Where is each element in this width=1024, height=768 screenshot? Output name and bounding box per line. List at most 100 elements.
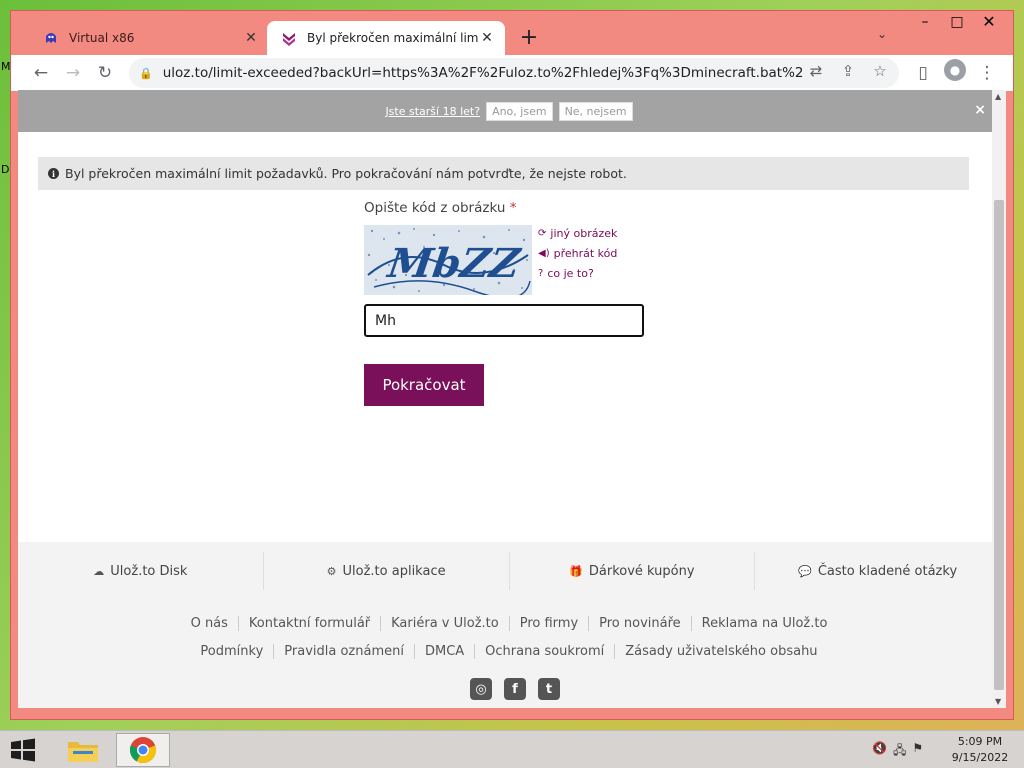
- system-tray: 🔇 🖧 ⚑: [872, 741, 923, 762]
- tab-title: Byl překročen maximální limit po: [307, 31, 479, 45]
- captcha-label: Opište kód z obrázku *: [364, 200, 654, 216]
- footer-link[interactable]: Pro firmy: [510, 616, 590, 631]
- footer-apps-link[interactable]: ⚙ Ulož.to aplikace: [264, 552, 510, 590]
- tab-uloz-to[interactable]: Byl překročen maximální limit po ✕: [267, 21, 505, 55]
- scrollbar-thumb[interactable]: [994, 200, 1004, 690]
- footer-link[interactable]: Pravidla oznámení: [274, 644, 415, 659]
- footer-link[interactable]: Kontaktní formulář: [239, 616, 382, 631]
- share-icon[interactable]: ⇪: [835, 62, 861, 80]
- virtual-x86-icon: [46, 33, 56, 43]
- footer-columns: ☁ Ulož.to Disk ⚙ Ulož.to aplikace 🎁 Dárk…: [18, 552, 1000, 590]
- tab-close-icon[interactable]: ✕: [243, 30, 259, 46]
- speaker-icon: ◀): [538, 248, 550, 259]
- network-icon[interactable]: 🖧: [893, 741, 906, 762]
- refresh-icon: ⟳: [538, 228, 547, 239]
- minimize-button[interactable]: –: [909, 11, 941, 35]
- footer-link[interactable]: Pro novináře: [589, 616, 692, 631]
- age-question-link[interactable]: Jste starší 18 let?: [385, 105, 480, 118]
- footer-faq-link[interactable]: 💬 Často kladené otázky: [755, 552, 1000, 590]
- url-text: uloz.to/limit-exceeded?backUrl=https%3A%…: [162, 65, 803, 81]
- instagram-icon[interactable]: ◎: [470, 678, 492, 700]
- tab-title: Virtual x86: [69, 31, 135, 45]
- limit-alert: i Byl překročen maximální limit požadavk…: [38, 157, 969, 190]
- age-bar-close-icon[interactable]: ×: [974, 102, 986, 118]
- desktop-icon-label: D: [1, 163, 10, 176]
- age-no-button[interactable]: Ne, nejsem: [558, 101, 633, 121]
- footer-disk-link[interactable]: ☁ Ulož.to Disk: [18, 552, 264, 590]
- close-window-button[interactable]: ✕: [973, 11, 1005, 35]
- clock-date: 9/15/2022: [951, 751, 1009, 764]
- other-image-link[interactable]: ⟳ jiný obrázek: [538, 227, 617, 240]
- comment-icon: 💬: [798, 564, 812, 578]
- tab-strip: Virtual x86 ✕ Byl překročen maximální li…: [11, 11, 1013, 55]
- uloz-to-icon: [283, 33, 295, 46]
- footer-link[interactable]: Zásady uživatelského obsahu: [615, 644, 827, 659]
- social-links: ◎ f t: [470, 678, 560, 700]
- captcha-image: MbZZ: [364, 225, 532, 295]
- play-code-link[interactable]: ◀) přehrát kód: [538, 247, 617, 260]
- chrome-icon: [129, 737, 157, 764]
- chrome-taskbar-button[interactable]: [116, 733, 170, 767]
- footer-coupons-link[interactable]: 🎁 Dárkové kupóny: [510, 552, 756, 590]
- facebook-icon[interactable]: f: [504, 678, 526, 700]
- maximize-button[interactable]: □: [941, 11, 973, 35]
- tab-close-icon[interactable]: ✕: [479, 30, 495, 46]
- browser-toolbar: ← → ↻ 🔒 uloz.to/limit-exceeded?backUrl=h…: [11, 55, 1013, 91]
- footer-link[interactable]: Ochrana soukromí: [475, 644, 616, 659]
- translate-icon[interactable]: ⇄: [803, 62, 829, 80]
- footer-links-row-1: O nás Kontaktní formulář Kariéra v Ulož.…: [18, 616, 1000, 631]
- page-scrollbar[interactable]: ▲ ▼: [992, 90, 1006, 708]
- play-code-label: přehrát kód: [553, 247, 618, 260]
- captcha-label-text: Opište kód z obrázku: [364, 200, 506, 216]
- captcha-form: Opište kód z obrázku * MbZZ ⟳ jiný obráz…: [364, 200, 654, 406]
- gift-icon: 🎁: [569, 564, 583, 578]
- continue-button[interactable]: Pokračovat: [364, 364, 484, 406]
- what-is-it-link[interactable]: ? co je to?: [538, 267, 617, 280]
- footer-col-label: Ulož.to Disk: [110, 563, 188, 579]
- footer-link[interactable]: O nás: [181, 616, 239, 631]
- footer-link[interactable]: Kariéra v Ulož.to: [381, 616, 510, 631]
- alert-text: Byl překročen maximální limit požadavků.…: [65, 166, 627, 181]
- folder-icon: [68, 742, 98, 762]
- captcha-links: ⟳ jiný obrázek ◀) přehrát kód ? co je to…: [538, 227, 617, 287]
- twitter-icon[interactable]: t: [538, 678, 560, 700]
- menu-kebab-icon[interactable]: ⋮: [971, 59, 1003, 87]
- bookmark-star-icon[interactable]: ☆: [867, 62, 893, 80]
- toolbar-right: ▯ ● ⋮: [907, 59, 1003, 87]
- info-icon: i: [48, 168, 59, 179]
- footer-col-label: Ulož.to aplikace: [342, 563, 446, 579]
- volume-muted-icon[interactable]: 🔇: [872, 741, 887, 762]
- required-mark: *: [509, 200, 517, 216]
- taskbar: 🔇 🖧 ⚑ 5:09 PM 9/15/2022: [0, 730, 1024, 768]
- what-is-it-label: co je to?: [547, 267, 594, 280]
- taskbar-clock[interactable]: 5:09 PM 9/15/2022: [950, 734, 1010, 766]
- scroll-down-icon[interactable]: ▼: [995, 697, 1001, 706]
- captcha-input[interactable]: [364, 304, 644, 337]
- reload-icon[interactable]: ↻: [89, 59, 121, 87]
- new-tab-button[interactable]: +: [517, 26, 541, 50]
- footer-links-row-2: Podmínky Pravidla oznámení DMCA Ochrana …: [18, 644, 1000, 659]
- profile-avatar-icon[interactable]: ●: [944, 59, 966, 81]
- back-arrow-icon[interactable]: ←: [25, 59, 57, 87]
- footer-link[interactable]: Podmínky: [190, 644, 275, 659]
- footer-col-label: Dárkové kupóny: [588, 563, 695, 579]
- scroll-up-icon[interactable]: ▲: [995, 92, 1001, 101]
- action-center-flag-icon[interactable]: ⚑: [912, 741, 923, 762]
- file-explorer-taskbar-button[interactable]: [56, 733, 110, 767]
- age-yes-button[interactable]: Ano, jsem: [486, 101, 553, 121]
- gears-icon: ⚙: [326, 564, 337, 578]
- windows-start-icon[interactable]: [10, 738, 36, 762]
- footer-link[interactable]: DMCA: [415, 644, 476, 659]
- address-bar[interactable]: 🔒 uloz.to/limit-exceeded?backUrl=https%3…: [129, 58, 899, 88]
- footer-link[interactable]: Reklama na Ulož.to: [692, 616, 838, 631]
- omnibox-actions: ⇄ ⇪ ☆: [803, 62, 893, 80]
- cloud-icon: ☁: [93, 564, 105, 578]
- site-footer: ☁ Ulož.to Disk ⚙ Ulož.to aplikace 🎁 Dárk…: [18, 542, 1000, 708]
- footer-col-label: Často kladené otázky: [817, 563, 958, 579]
- desktop-edge: M D: [0, 0, 11, 730]
- clock-time: 5:09 PM: [957, 735, 1003, 748]
- tab-virtual-x86[interactable]: Virtual x86 ✕: [29, 21, 269, 55]
- tab-search-chevron-icon[interactable]: ⌄: [877, 27, 887, 41]
- forward-arrow-icon[interactable]: →: [57, 59, 89, 87]
- side-panel-icon[interactable]: ▯: [907, 59, 939, 87]
